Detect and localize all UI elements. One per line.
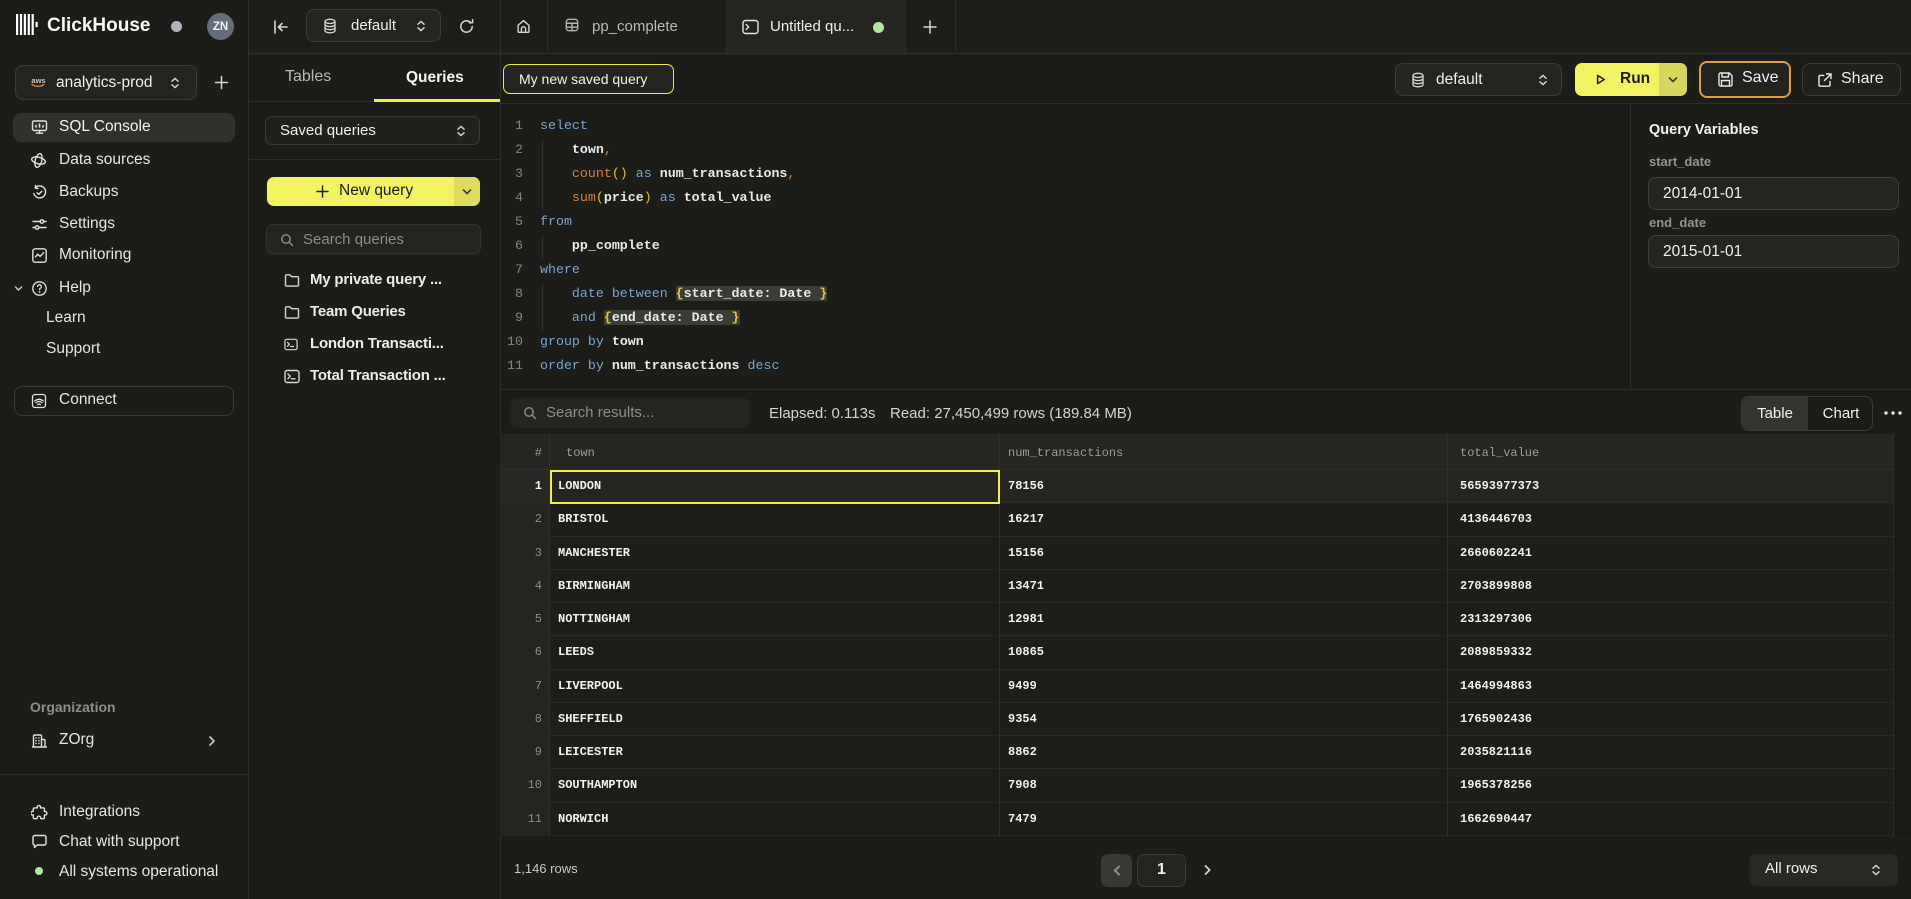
svg-text:aws: aws bbox=[31, 76, 45, 85]
